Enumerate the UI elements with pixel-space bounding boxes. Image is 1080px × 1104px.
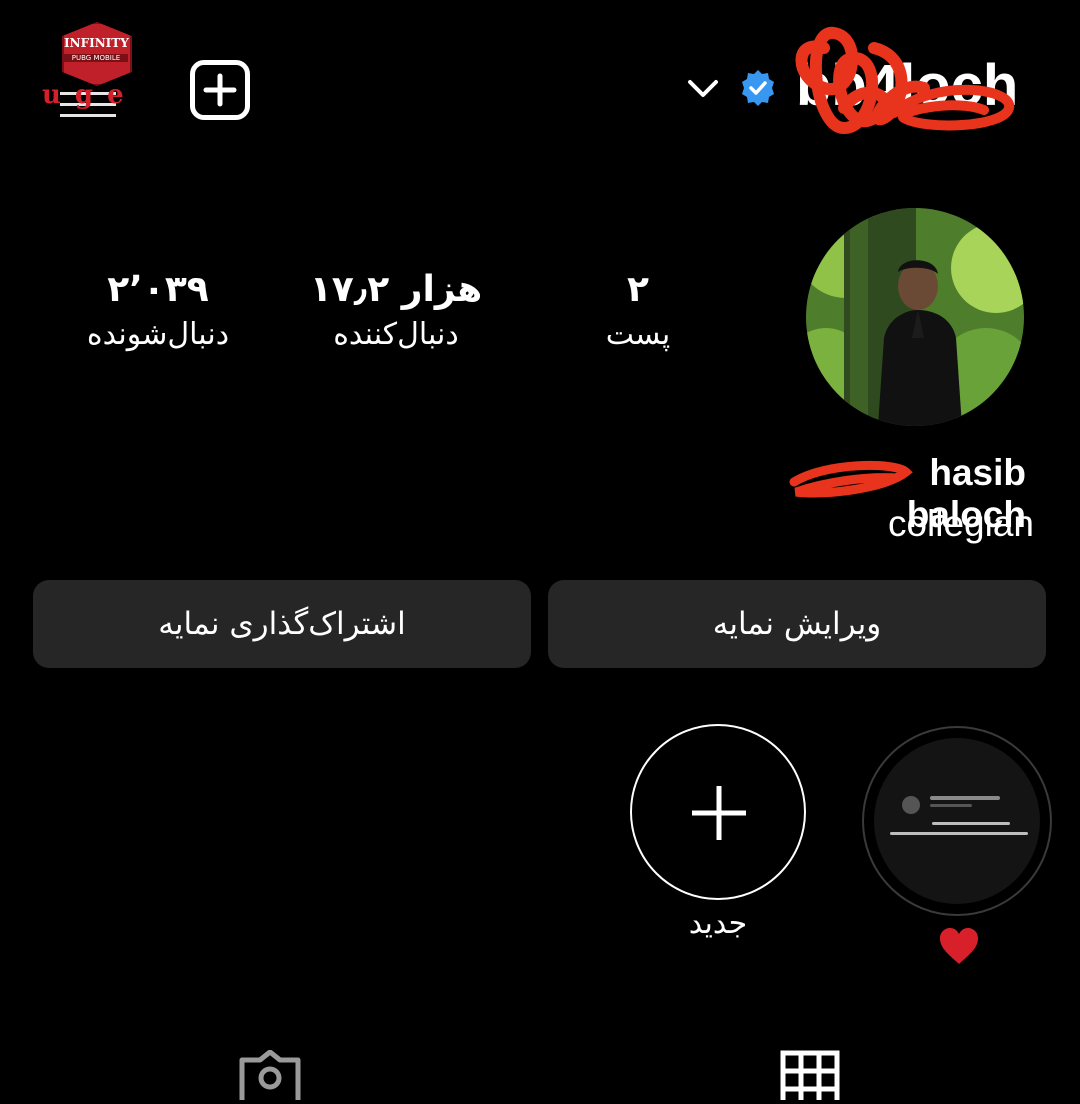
following-label: دنبال‌شونده (86, 317, 230, 353)
add-post-icon[interactable] (190, 60, 250, 120)
profile-username[interactable]: bb4loch (796, 52, 1018, 119)
stat-following[interactable]: ۲٬۰۳۹ دنبال‌شونده (70, 268, 246, 359)
new-highlight-label: جدید (688, 906, 748, 941)
posts-label: پست (605, 317, 671, 353)
story-highlight-thumbnail (874, 738, 1040, 904)
chevron-down-icon[interactable] (684, 74, 722, 104)
stat-followers[interactable]: ۱۷٫۲ هزار دنبال‌کننده (300, 268, 492, 359)
followers-label: دنبال‌کننده (333, 317, 459, 353)
posts-count: ۲ (627, 269, 649, 310)
grid-icon[interactable] (780, 1050, 840, 1104)
following-count: ۲٬۰۳۹ (107, 269, 209, 310)
plus-icon (692, 786, 746, 840)
profile-avatar[interactable] (806, 208, 1024, 426)
app-logo: INFINITY PUBG MOBILE uge (42, 22, 152, 122)
share-profile-button[interactable]: اشتراک‌گذاری نمایه (33, 580, 531, 668)
logo-title: INFINITY (64, 36, 129, 50)
tagged-icon[interactable] (238, 1049, 302, 1104)
followers-count: ۱۷٫۲ هزار (309, 269, 483, 310)
logo-letters: uge (42, 80, 138, 110)
profile-bio: collegian (887, 503, 1034, 544)
logo-subtitle: PUBG MOBILE (64, 54, 128, 62)
stat-posts[interactable]: ۲ پست (590, 268, 686, 359)
verified-icon (738, 68, 778, 108)
new-highlight-button[interactable] (630, 724, 806, 900)
story-highlight[interactable] (862, 726, 1052, 916)
heart-icon (940, 928, 978, 964)
edit-profile-button[interactable]: ویرایش نمایه (548, 580, 1046, 668)
